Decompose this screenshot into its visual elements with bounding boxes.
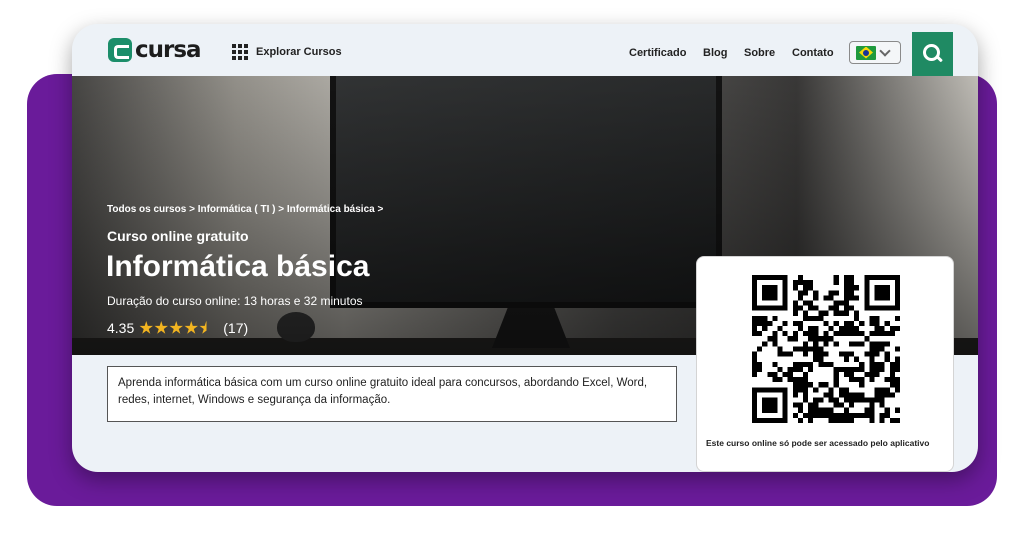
rating-value: 4.35 — [107, 320, 135, 336]
star-icon — [169, 321, 183, 334]
course-description: Aprenda informática básica com um curso … — [107, 366, 677, 422]
course-kicker: Curso online gratuito — [107, 228, 249, 244]
rating-stars — [139, 321, 214, 335]
grid-icon — [232, 44, 248, 60]
breadcrumb-course[interactable]: Informática básica — [287, 204, 375, 215]
course-rating: 4.35 (17) — [107, 320, 248, 336]
nav-contato[interactable]: Contato — [792, 47, 834, 59]
breadcrumb-category[interactable]: Informática ( TI ) — [198, 204, 276, 215]
chevron-down-icon — [879, 44, 891, 57]
half-star-icon — [199, 321, 213, 334]
browser-frame: cursa Explorar Cursos Certificado Blog S… — [72, 24, 978, 472]
search-button[interactable] — [912, 32, 953, 76]
cursa-logo[interactable]: cursa — [108, 37, 202, 63]
rating-count: (17) — [223, 320, 249, 336]
nav-blog[interactable]: Blog — [703, 47, 727, 59]
logo-text: cursa — [135, 37, 202, 63]
brazil-flag-icon — [856, 45, 876, 60]
breadcrumb: Todos os cursos > Informática ( TI ) > I… — [107, 204, 384, 215]
explore-courses-label: Explorar Cursos — [256, 46, 342, 58]
course-duration: Duração do curso online: 13 horas e 32 m… — [107, 294, 363, 308]
nav-certificado[interactable]: Certificado — [629, 47, 686, 59]
star-icon — [139, 321, 153, 334]
star-icon — [154, 321, 168, 334]
logo-icon — [108, 38, 132, 62]
nav-sobre[interactable]: Sobre — [744, 47, 775, 59]
star-icon — [184, 321, 198, 334]
top-navbar: cursa Explorar Cursos Certificado Blog S… — [72, 24, 978, 76]
search-icon — [922, 44, 943, 64]
breadcrumb-all-courses[interactable]: Todos os cursos — [107, 204, 186, 215]
qr-code-image — [752, 275, 900, 423]
qr-card: Este curso online só pode ser acessado p… — [696, 256, 954, 472]
course-title: Informática básica — [106, 250, 370, 283]
explore-courses-button[interactable]: Explorar Cursos — [232, 44, 342, 60]
qr-card-note: Este curso online só pode ser acessado p… — [706, 438, 930, 448]
language-selector[interactable] — [849, 41, 901, 64]
